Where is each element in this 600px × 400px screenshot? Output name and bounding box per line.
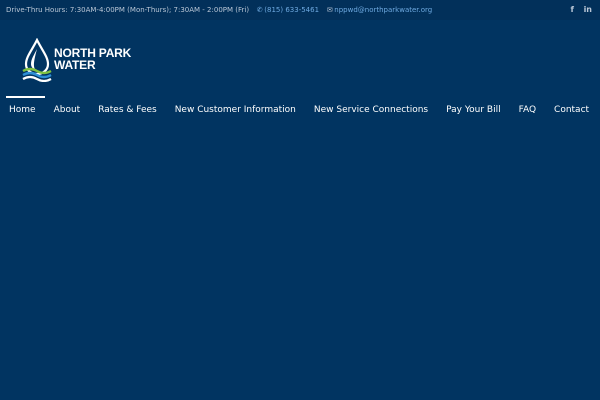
nav-pay-your-bill[interactable]: Pay Your Bill [437, 96, 509, 124]
facebook-icon[interactable]: f [571, 5, 574, 14]
nav-about[interactable]: About [45, 96, 90, 124]
site-logo[interactable]: NORTH PARK WATER [22, 38, 132, 82]
nav-new-service-connections[interactable]: New Service Connections [305, 96, 437, 124]
top-info-bar: Drive-Thru Hours: 7:30AM-4:00PM (Mon-Thu… [0, 0, 600, 20]
logo-wordmark: NORTH PARK WATER [54, 47, 134, 71]
phone-icon: ✆ [256, 6, 263, 14]
drive-thru-hours: Drive-Thru Hours: 7:30AM-4:00PM (Mon-Thu… [6, 6, 250, 14]
phone-link[interactable]: (815) 633-5461 [264, 6, 319, 14]
nav-faq[interactable]: FAQ [510, 96, 545, 124]
mail-icon: ✉ [326, 6, 333, 14]
page: Drive-Thru Hours: 7:30AM-4:00PM (Mon-Thu… [0, 0, 600, 400]
social-links: f in [564, 4, 592, 15]
nav-home[interactable]: Home [0, 96, 45, 124]
water-drop-icon [22, 38, 52, 82]
nav-rates-fees[interactable]: Rates & Fees [89, 96, 166, 124]
nav-contact[interactable]: Contact [545, 96, 598, 124]
nav-new-customer-information[interactable]: New Customer Information [166, 96, 305, 124]
email-link[interactable]: nppwd@northparkwater.org [334, 6, 432, 14]
linkedin-icon[interactable]: in [584, 5, 592, 14]
main-nav: Home About Rates & Fees New Customer Inf… [0, 96, 598, 124]
contact-info: Drive-Thru Hours: 7:30AM-4:00PM (Mon-Thu… [6, 5, 432, 15]
logo-line-2: WATER [54, 58, 96, 72]
